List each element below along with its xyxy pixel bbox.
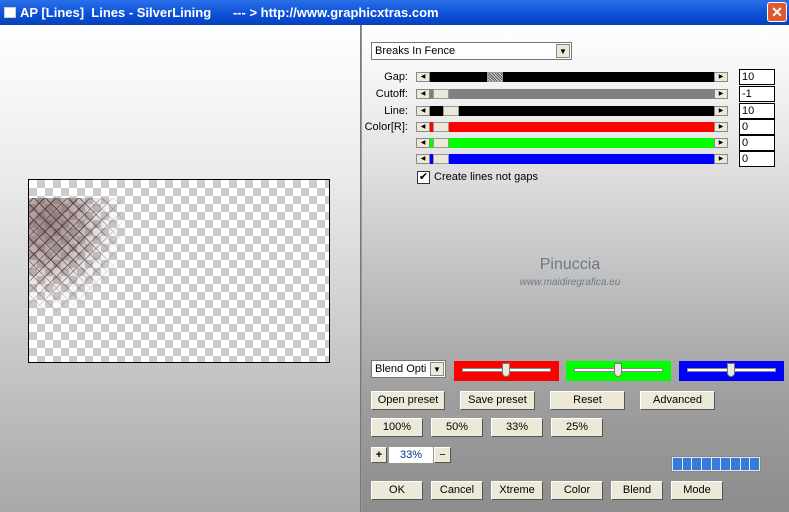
progress-segment bbox=[731, 458, 740, 470]
progress-segment bbox=[711, 458, 721, 470]
slider-track[interactable] bbox=[430, 138, 714, 148]
zoom-50-button[interactable]: 50% bbox=[431, 418, 483, 437]
arrow-left-icon[interactable]: ◀ bbox=[416, 154, 430, 164]
arrow-left-icon[interactable]: ◀ bbox=[416, 72, 430, 82]
arrow-right-icon[interactable]: ▶ bbox=[714, 72, 728, 82]
blend-options-dropdown[interactable]: Blend Opti ▼ bbox=[371, 360, 446, 378]
progress-segment bbox=[750, 458, 760, 470]
progress-segment bbox=[721, 458, 731, 470]
progress-segment bbox=[702, 458, 711, 470]
slider-thumb[interactable] bbox=[433, 89, 449, 99]
slider-label: Line: bbox=[384, 105, 408, 117]
chevron-down-icon[interactable]: ▼ bbox=[556, 44, 570, 58]
blue-blend-slider[interactable] bbox=[679, 361, 784, 381]
progress-segment bbox=[673, 458, 682, 470]
zoom-value-field[interactable]: 33% bbox=[389, 447, 433, 463]
color-button[interactable]: Color bbox=[551, 481, 603, 500]
zoom-out-button[interactable]: − bbox=[434, 447, 451, 463]
watermark-url: www.maidiregrafica.eu bbox=[519, 277, 621, 288]
preset-dropdown[interactable]: Breaks In Fence ▼ bbox=[371, 42, 572, 60]
preset-value: Breaks In Fence bbox=[375, 45, 456, 57]
zoom-100-button[interactable]: 100% bbox=[371, 418, 423, 437]
slider-thumb[interactable] bbox=[443, 106, 459, 116]
title-bar: AP [Lines] Lines - SilverLining --- > ht… bbox=[0, 0, 789, 25]
progress-segment bbox=[692, 458, 702, 470]
save-preset-button[interactable]: Save preset bbox=[460, 391, 535, 410]
arrow-right-icon[interactable]: ▶ bbox=[714, 138, 728, 148]
slider-thumb[interactable] bbox=[433, 122, 449, 132]
advanced-button[interactable]: Advanced bbox=[640, 391, 715, 410]
fence-effect-preview bbox=[29, 198, 129, 318]
create-lines-checkbox[interactable]: ✔ bbox=[417, 171, 430, 184]
zoom-25-button[interactable]: 25% bbox=[551, 418, 603, 437]
slider-value[interactable]: 0 bbox=[739, 151, 775, 167]
watermark-name: Pinuccia bbox=[539, 256, 601, 273]
mode-button[interactable]: Mode bbox=[671, 481, 723, 500]
zoom-33-button[interactable]: 33% bbox=[491, 418, 543, 437]
arrow-left-icon[interactable]: ◀ bbox=[416, 138, 430, 148]
reset-button[interactable]: Reset bbox=[550, 391, 625, 410]
cancel-button[interactable]: Cancel bbox=[431, 481, 483, 500]
slider-track[interactable] bbox=[430, 106, 714, 116]
blend-button[interactable]: Blend bbox=[611, 481, 663, 500]
slider-track[interactable] bbox=[430, 122, 714, 132]
chevron-down-icon[interactable]: ▼ bbox=[430, 362, 444, 376]
slider-label: Cutoff: bbox=[375, 88, 408, 100]
blend-value: Blend Opti bbox=[375, 363, 427, 375]
slider-value[interactable]: 0 bbox=[739, 119, 775, 135]
window-title: AP [Lines] Lines - SilverLining --- > ht… bbox=[20, 5, 439, 20]
arrow-right-icon[interactable]: ▶ bbox=[714, 89, 728, 99]
create-lines-label: Create lines not gaps bbox=[434, 171, 538, 183]
arrow-left-icon[interactable]: ◀ bbox=[416, 89, 430, 99]
close-icon[interactable]: ✕ bbox=[767, 2, 787, 22]
slider-label: Color[R]: bbox=[364, 121, 408, 133]
slider-value[interactable]: 10 bbox=[739, 69, 775, 85]
slider-value[interactable]: -1 bbox=[739, 86, 775, 102]
slider-thumb[interactable] bbox=[433, 154, 449, 164]
slider-value[interactable]: 0 bbox=[739, 135, 775, 151]
arrow-right-icon[interactable]: ▶ bbox=[714, 122, 728, 132]
progress-bar bbox=[671, 456, 761, 472]
slider-label: Gap: bbox=[384, 71, 408, 83]
progress-segment bbox=[682, 458, 692, 470]
slider-thumb[interactable] bbox=[487, 72, 503, 82]
slider-track[interactable] bbox=[430, 72, 714, 82]
ok-button[interactable]: OK bbox=[371, 481, 423, 500]
slider-value[interactable]: 10 bbox=[739, 103, 775, 119]
arrow-left-icon[interactable]: ◀ bbox=[416, 106, 430, 116]
slider-track[interactable] bbox=[430, 89, 714, 99]
arrow-right-icon[interactable]: ▶ bbox=[714, 154, 728, 164]
window-icon bbox=[4, 7, 16, 18]
arrow-right-icon[interactable]: ▶ bbox=[714, 106, 728, 116]
arrow-left-icon[interactable]: ◀ bbox=[416, 122, 430, 132]
open-preset-button[interactable]: Open preset bbox=[371, 391, 445, 410]
zoom-in-button[interactable]: + bbox=[371, 447, 387, 463]
progress-segment bbox=[740, 458, 750, 470]
preview-canvas bbox=[28, 179, 330, 363]
xtreme-button[interactable]: Xtreme bbox=[491, 481, 543, 500]
slider-track[interactable] bbox=[430, 154, 714, 164]
slider-thumb[interactable] bbox=[433, 138, 449, 148]
red-blend-slider[interactable] bbox=[454, 361, 559, 381]
green-blend-slider[interactable] bbox=[566, 361, 671, 381]
